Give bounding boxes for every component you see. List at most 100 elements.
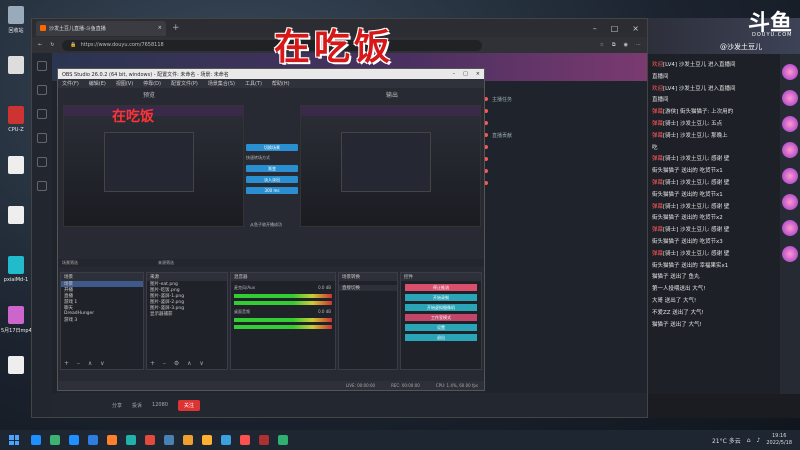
refresh-icon[interactable]: ↻ [50,42,54,48]
gift-icon[interactable] [782,168,798,184]
taskbar-app-icon[interactable] [221,435,231,445]
nav-category-icon[interactable] [37,109,47,119]
gift-icon[interactable] [782,90,798,106]
chat-message: 弹幕[骑士] 沙发土豆儿: 感谢 壁 [652,154,776,166]
desktop-icon[interactable] [2,354,30,400]
obs-menu-item[interactable]: 视图(V) [116,80,133,87]
taskbar-app-icon[interactable] [164,435,174,445]
desktop-icon[interactable] [2,204,30,250]
nav-video-icon[interactable] [37,133,47,143]
menu-icon[interactable]: ⋯ [636,42,641,48]
taskbar-app-icon[interactable] [31,435,41,445]
preview-caption: 在吃饭 [112,109,154,125]
profile-icon[interactable]: ◉ [624,42,628,48]
gift-icon[interactable] [782,64,798,80]
star-icon[interactable]: ☆ [600,42,604,48]
gift-strip [780,54,800,414]
obs-menu-item[interactable]: 帮助(H) [272,80,290,87]
taskbar-app-icon[interactable] [278,435,288,445]
fade-button[interactable]: 渐变 [246,165,298,172]
crossfade-button[interactable]: 淡入淡出 [246,176,298,183]
report-button[interactable]: 投诉 [132,402,142,409]
scene-item[interactable]: 游戏 3 [61,317,143,323]
desktop-icon[interactable]: pxiaiMd-1 [2,254,30,300]
chat-message: 大哥 送出了 大气! [652,296,776,308]
chat-message: 欢迎[LV4] 沙发土豆儿 进入直播间 [652,60,776,72]
control-button[interactable]: 开始虚拟摄像机 [405,304,477,311]
gift-icon[interactable] [782,116,798,132]
chat-text: 街头猫猫子 送出的 幸福果实x1 [652,262,729,269]
browser-tab[interactable]: 沙发土豆儿直播-斗鱼直播 × [36,20,166,36]
taskbar-app-icon[interactable] [183,435,193,445]
close-icon[interactable]: × [158,25,162,31]
obs-menu-item[interactable]: 配置文件(P) [171,80,198,87]
system-tray: 21°C 多云 ⌂ ♪ 19:16 2022/5/18 [712,433,800,447]
control-button[interactable]: 工作室模式 [405,314,477,321]
chat-message: 直播间 [652,95,776,107]
gift-icon[interactable] [782,220,798,236]
desktop-icon[interactable]: CPU-Z [2,104,30,150]
maximize-icon[interactable]: □ [611,24,619,33]
mixer-channel-name: 桌面音频 [234,309,250,314]
taskbar-app-icon[interactable] [202,435,212,445]
file-icon [8,256,24,274]
taskbar-app-icon[interactable] [240,435,250,445]
volume-slider[interactable] [234,325,332,329]
preview-canvas[interactable]: 在吃饭 [63,105,244,227]
scenes-toolbar[interactable]: + – ∧ ∨ [64,360,108,367]
volume-meter[interactable] [234,318,332,322]
volume-icon[interactable]: ♪ [757,437,761,444]
back-icon[interactable]: ← [38,42,42,48]
obs-menu-item[interactable]: 停靠(D) [143,80,161,87]
desktop-icon[interactable]: 5月17日mp4 [1,304,31,350]
taskbar-app-icon[interactable] [126,435,136,445]
close-window-icon[interactable]: × [632,24,639,33]
gift-icon[interactable] [782,246,798,262]
weather-text[interactable]: 21°C 多云 [712,436,741,445]
taskbar-app-icon[interactable] [107,435,117,445]
obs-minimize-icon[interactable]: – [453,71,456,77]
taskbar-app-icon[interactable] [88,435,98,445]
url-field[interactable]: 🔒 https://www.douyu.com/7658118 [62,39,483,51]
taskbar-app-icon[interactable] [145,435,155,445]
obs-menu-item[interactable]: 文件(F) [62,80,79,87]
gift-icon[interactable] [782,194,798,210]
clock[interactable]: 19:16 2022/5/18 [766,433,792,447]
share-button[interactable]: 分享 [112,402,122,409]
new-tab-icon[interactable]: + [172,23,180,33]
transition-select[interactable]: 直接切换 [339,285,397,291]
obs-menu-item[interactable]: 编辑(E) [89,80,106,87]
desktop-icon[interactable] [2,154,30,200]
extensions-icon[interactable]: ⧉ [612,42,616,48]
obs-menu-item[interactable]: 工具(T) [245,80,262,87]
chat-message: 弹幕[骑士] 沙发土豆儿: 感谢 壁 [652,225,776,237]
follow-button[interactable]: 关注 [177,399,200,411]
control-button[interactable]: 退出 [405,334,477,341]
live-time: LIVE: 00:00:00 [345,383,376,388]
obs-maximize-icon[interactable]: □ [463,71,468,77]
desktop-icon[interactable]: 回收站 [2,4,30,50]
switch-scene-button[interactable]: 切换场景 [246,144,298,151]
desktop-icon[interactable] [2,54,30,100]
control-button[interactable]: 设置 [405,324,477,331]
obs-close-icon[interactable]: × [476,71,480,77]
control-button[interactable]: 停止推流 [405,284,477,291]
minimize-icon[interactable]: – [593,24,597,33]
nav-follow-icon[interactable] [37,157,47,167]
nav-game-icon[interactable] [37,181,47,191]
obs-menu-item[interactable]: 场景集合(S) [208,80,235,87]
source-item[interactable]: 显示器捕获 [147,311,227,317]
volume-slider[interactable] [234,301,332,305]
taskbar-app-icon[interactable] [259,435,269,445]
control-button[interactable]: 开始录制 [405,294,477,301]
network-icon[interactable]: ⌂ [747,437,751,444]
nav-live-icon[interactable] [37,85,47,95]
volume-meter[interactable] [234,294,332,298]
duration-field[interactable]: 300 ms [246,187,298,194]
start-button[interactable] [6,432,22,448]
nav-home-icon[interactable] [37,61,47,71]
taskbar-app-icon[interactable] [69,435,79,445]
gift-icon[interactable] [782,142,798,158]
taskbar-app-icon[interactable] [50,435,60,445]
sources-toolbar[interactable]: + – ⚙ ∧ ∨ [150,360,207,367]
